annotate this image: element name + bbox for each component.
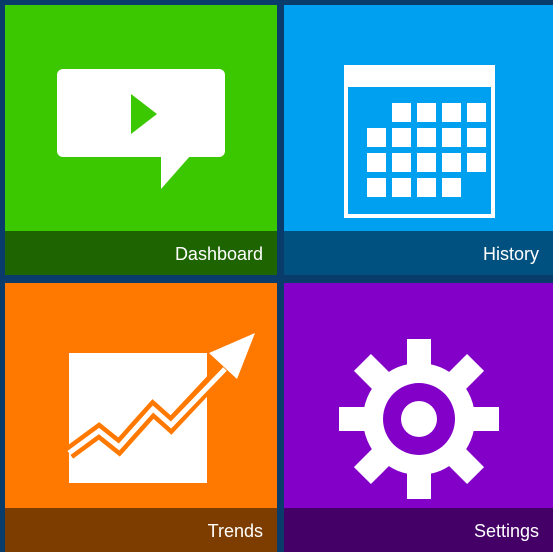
tile-label-bar: Dashboard	[5, 231, 277, 275]
tile-dashboard[interactable]: Dashboard	[5, 5, 277, 275]
tile-label-trends: Trends	[207, 521, 263, 541]
tile-label-dashboard: Dashboard	[174, 244, 263, 264]
tile-label-bar: Settings	[284, 508, 553, 552]
video-chat-bubble-icon	[5, 5, 277, 231]
tile-label-history: History	[482, 244, 539, 264]
tile-label-bar: Trends	[5, 508, 277, 552]
gear-icon	[284, 283, 553, 509]
trend-chart-icon	[5, 283, 277, 509]
tile-history[interactable]: History	[284, 5, 553, 275]
calendar-icon	[284, 5, 553, 231]
tile-trends[interactable]: Trends	[5, 283, 277, 552]
tile-label-settings: Settings	[473, 521, 539, 541]
tile-settings[interactable]: Settings	[284, 283, 553, 552]
tile-label-bar: History	[284, 231, 553, 275]
